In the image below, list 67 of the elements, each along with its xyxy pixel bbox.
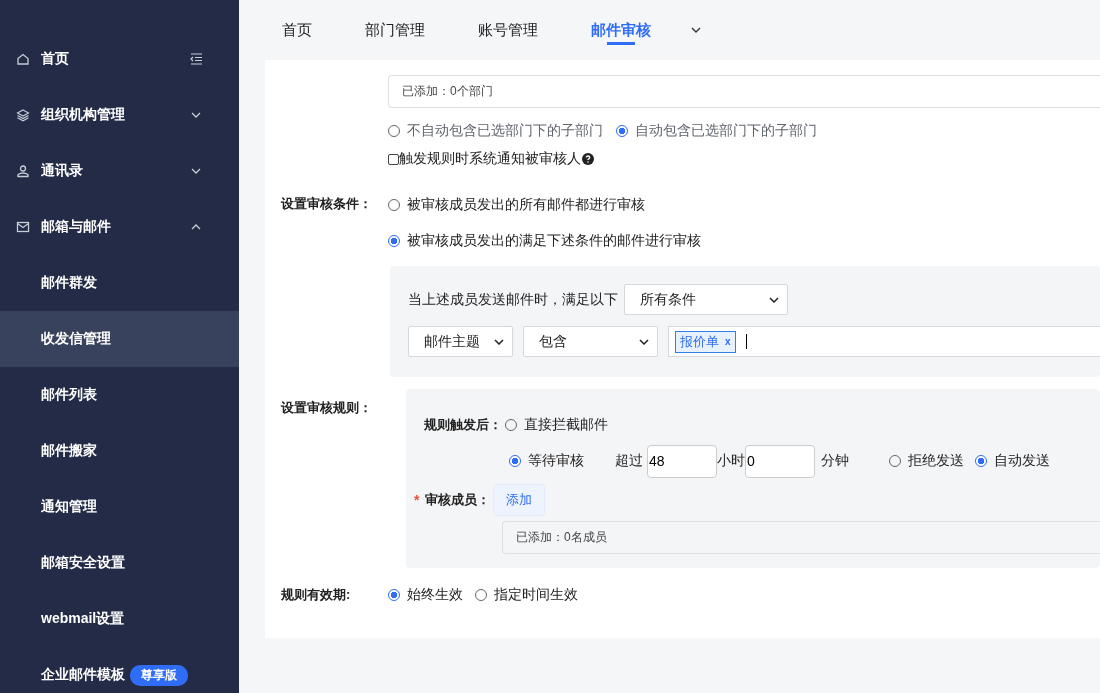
keyword-field[interactable]: 报价单 x — [668, 326, 1100, 357]
field-label: 规则触发后： — [424, 416, 502, 434]
radio-button[interactable] — [975, 455, 987, 467]
hours-unit: 小时 — [717, 452, 745, 470]
operator-select[interactable]: 包含 — [523, 326, 658, 357]
sidebar-subitem[interactable]: webmail设置 — [0, 591, 239, 647]
add-button[interactable]: 添加 — [493, 484, 546, 516]
collapse-sidebar-icon[interactable] — [189, 53, 203, 65]
sidebar-item[interactable]: 邮箱与邮件 — [0, 199, 239, 255]
chevron-down-icon — [191, 168, 201, 174]
notify-checkbox[interactable]: 触发规则时系统通知被审核人 — [388, 150, 581, 168]
added-members-box: 已添加：0名成员 — [502, 521, 1100, 554]
sidebar-subitem[interactable]: 收发信管理 — [0, 311, 239, 367]
chevron-down-icon — [191, 112, 201, 118]
field-label: 设置审核规则： — [280, 399, 373, 417]
tab[interactable]: 账号管理 — [478, 0, 538, 60]
sidebar-subitem[interactable]: 邮箱安全设置 — [0, 535, 239, 591]
radio-label: 不自动包含已选部门下的子部门 — [407, 122, 603, 140]
required-mark: * — [414, 492, 420, 508]
sidebar-subitem[interactable]: 企业邮件模板 尊享版 — [0, 647, 239, 693]
radio-button[interactable] — [388, 589, 400, 601]
sidebar-subitem[interactable]: 通知管理 — [0, 479, 239, 535]
field-select[interactable]: 邮件主题 — [408, 326, 513, 357]
radio-label: 等待审核 — [528, 452, 584, 470]
radio-label: 指定时间生效 — [494, 586, 578, 604]
tab[interactable]: 部门管理 — [365, 0, 425, 60]
hours-input[interactable]: 48 — [647, 444, 717, 478]
field-label: 设置审核条件： — [280, 195, 373, 213]
layers-icon — [16, 108, 30, 122]
keyword-tag: 报价单 x — [675, 330, 736, 353]
sidebar-subitem[interactable]: 邮件群发 — [0, 255, 239, 311]
radio-label: 始终生效 — [407, 586, 463, 604]
sidebar-item[interactable]: 通讯录 — [0, 143, 239, 199]
minutes-unit: 分钟 — [821, 452, 849, 470]
match-select[interactable]: 所有条件 — [624, 284, 788, 315]
tab[interactable]: 邮件审核 — [591, 0, 651, 60]
timeout-prefix: 超过 — [615, 452, 643, 470]
chevron-down-icon — [639, 338, 649, 345]
chevron-down-icon[interactable] — [691, 27, 701, 33]
radio-label: 自动发送 — [994, 452, 1050, 470]
radio-button[interactable] — [616, 125, 628, 137]
remove-tag-button[interactable]: x — [725, 336, 731, 347]
chevron-up-icon — [191, 224, 201, 230]
radio-button[interactable] — [509, 455, 521, 467]
field-label: 审核成员： — [425, 491, 491, 509]
mail-icon — [16, 220, 30, 234]
radio-label: 自动包含已选部门下的子部门 — [635, 122, 817, 140]
field-label: 规则有效期: — [280, 586, 352, 604]
chevron-down-icon — [494, 338, 504, 345]
edition-badge: 尊享版 — [130, 664, 188, 686]
tab[interactable]: 首页 — [282, 0, 312, 60]
radio-label: 被审核成员发出的所有邮件都进行审核 — [407, 195, 645, 214]
home-icon — [16, 52, 30, 66]
sidebar-item[interactable]: 组织机构管理 — [0, 87, 239, 143]
chevron-down-icon — [769, 296, 779, 303]
sidebar-subitem[interactable]: 邮件搬家 — [0, 423, 239, 479]
added-departments-box: 已添加：0个部门 — [388, 75, 1100, 108]
radio-label: 拒绝发送 — [908, 452, 964, 470]
radio-button[interactable] — [388, 234, 400, 247]
sidebar-subitem[interactable]: 邮件列表 — [0, 367, 239, 423]
condition-prefix: 当上述成员发送邮件时，满足以下 — [408, 290, 618, 309]
minutes-input[interactable]: 0 — [745, 444, 815, 478]
person-icon — [16, 164, 30, 178]
radio-label: 直接拦截邮件 — [524, 416, 608, 434]
help-icon[interactable] — [582, 153, 594, 165]
radio-label: 被审核成员发出的满足下述条件的邮件进行审核 — [407, 231, 701, 250]
sidebar-item[interactable]: 首页 — [0, 31, 239, 87]
